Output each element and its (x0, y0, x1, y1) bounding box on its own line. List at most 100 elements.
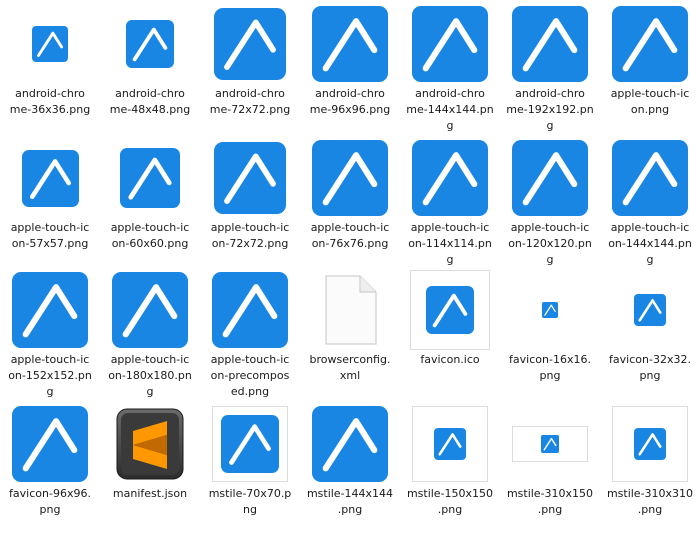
file-thumbnail (402, 404, 498, 484)
file-item[interactable]: android-chro me-144x144.pn g (400, 4, 500, 134)
app-icon (512, 6, 588, 82)
file-name: apple-touch-ic on-57x57.png (10, 221, 90, 250)
file-item[interactable]: apple-touch-ic on-precompos ed.png (200, 270, 300, 400)
blank-document-icon (325, 275, 377, 345)
file-thumbnail (2, 404, 98, 484)
file-item[interactable]: apple-touch-ic on-57x57.png (0, 138, 100, 252)
app-icon (212, 272, 288, 348)
file-item[interactable]: mstile-70x70.p ng (200, 404, 300, 518)
file-item[interactable]: apple-touch-ic on-152x152.pn g (0, 270, 100, 400)
file-name: browserconfig. xml (309, 353, 391, 382)
tile-frame (612, 406, 688, 482)
app-icon (612, 6, 688, 82)
file-item[interactable]: android-chro me-192x192.pn g (500, 4, 600, 134)
sublime-text-icon (116, 408, 184, 480)
file-thumbnail (102, 404, 198, 484)
file-name: manifest.json (112, 487, 188, 500)
file-name: apple-touch-ic on-120x120.pn g (508, 221, 592, 266)
file-item[interactable]: apple-touch-ic on-144x144.pn g (600, 138, 696, 268)
file-item[interactable]: apple-touch-ic on-114x114.pn g (400, 138, 500, 268)
file-name: android-chro me-96x96.png (309, 87, 391, 116)
app-icon (542, 302, 558, 318)
file-name: apple-touch-ic on-144x144.pn g (608, 221, 692, 266)
app-icon (214, 142, 286, 214)
app-icon (412, 6, 488, 82)
file-item[interactable]: manifest.json (100, 404, 200, 502)
file-thumbnail (302, 270, 398, 350)
app-icon (634, 294, 666, 326)
file-item[interactable]: favicon-32x32. png (600, 270, 696, 384)
file-thumbnail (502, 138, 598, 218)
file-thumbnail (602, 270, 696, 350)
file-thumbnail (2, 4, 98, 84)
file-item[interactable]: favicon.ico (400, 270, 500, 368)
file-name: apple-touch-ic on-152x152.pn g (8, 353, 92, 398)
file-item[interactable]: favicon-16x16. png (500, 270, 600, 384)
file-thumbnail (102, 138, 198, 218)
ms-tile-icon (426, 286, 474, 334)
file-name: favicon-16x16. png (509, 353, 591, 382)
file-name: mstile-144x144 .png (306, 487, 394, 516)
file-item[interactable]: apple-touch-ic on-120x120.pn g (500, 138, 600, 268)
app-icon (21, 149, 79, 207)
file-item[interactable]: browserconfig. xml (300, 270, 400, 384)
file-item[interactable]: mstile-310x310 .png (600, 404, 696, 518)
file-item[interactable]: mstile-310x150 .png (500, 404, 600, 518)
file-item[interactable]: apple-touch-ic on-60x60.png (100, 138, 200, 252)
file-item[interactable]: apple-touch-ic on-76x76.png (300, 138, 400, 252)
ms-tile-icon (221, 415, 279, 473)
file-thumbnail (2, 270, 98, 350)
file-grid: android-chro me-36x36.png android-chro me… (0, 0, 696, 536)
file-name: mstile-150x150 .png (406, 487, 494, 516)
file-thumbnail (102, 270, 198, 350)
file-name: favicon-32x32. png (609, 353, 691, 382)
file-item[interactable]: android-chro me-36x36.png (0, 4, 100, 118)
file-item[interactable]: mstile-144x144 .png (300, 404, 400, 518)
app-icon (120, 148, 180, 208)
file-thumbnail (202, 270, 298, 350)
file-item[interactable]: android-chro me-96x96.png (300, 4, 400, 118)
file-name: apple-touch-ic on.png (610, 87, 690, 116)
file-thumbnail (302, 4, 398, 84)
app-icon (312, 140, 388, 216)
file-name: apple-touch-ic on-114x114.pn g (408, 221, 492, 266)
file-item[interactable]: favicon-96x96. png (0, 404, 100, 518)
tile-frame (212, 406, 288, 482)
file-thumbnail (202, 404, 298, 484)
file-name: android-chro me-36x36.png (9, 87, 91, 116)
file-name: favicon.ico (420, 353, 480, 366)
file-name: mstile-310x150 .png (506, 487, 594, 516)
tile-frame (410, 270, 490, 350)
file-item[interactable]: apple-touch-ic on-180x180.pn g (100, 270, 200, 400)
app-icon (126, 20, 174, 68)
file-item[interactable]: android-chro me-48x48.png (100, 4, 200, 118)
file-thumbnail (202, 138, 298, 218)
app-icon (512, 140, 588, 216)
file-item[interactable]: mstile-150x150 .png (400, 404, 500, 518)
file-thumbnail (302, 138, 398, 218)
file-name: android-chro me-72x72.png (209, 87, 291, 116)
file-thumbnail (302, 404, 398, 484)
file-item[interactable]: apple-touch-ic on-72x72.png (200, 138, 300, 252)
app-icon (32, 26, 68, 62)
file-name: apple-touch-ic on-precompos ed.png (210, 353, 290, 398)
file-name: mstile-70x70.p ng (208, 487, 292, 516)
file-thumbnail (202, 4, 298, 84)
file-name: mstile-310x310 .png (606, 487, 694, 516)
file-item[interactable]: apple-touch-ic on.png (600, 4, 696, 118)
app-icon (312, 6, 388, 82)
file-item[interactable]: android-chro me-72x72.png (200, 4, 300, 118)
file-name: apple-touch-ic on-76x76.png (310, 221, 390, 250)
app-icon (214, 8, 286, 80)
app-icon (12, 406, 88, 482)
app-icon (612, 140, 688, 216)
file-name: favicon-96x96. png (9, 487, 91, 516)
file-thumbnail (402, 270, 498, 350)
file-thumbnail (2, 138, 98, 218)
file-thumbnail (502, 270, 598, 350)
file-name: apple-touch-ic on-72x72.png (210, 221, 290, 250)
file-name: android-chro me-192x192.pn g (506, 87, 594, 132)
ms-tile-icon (541, 435, 559, 453)
tile-frame (512, 426, 588, 462)
file-thumbnail (602, 138, 696, 218)
